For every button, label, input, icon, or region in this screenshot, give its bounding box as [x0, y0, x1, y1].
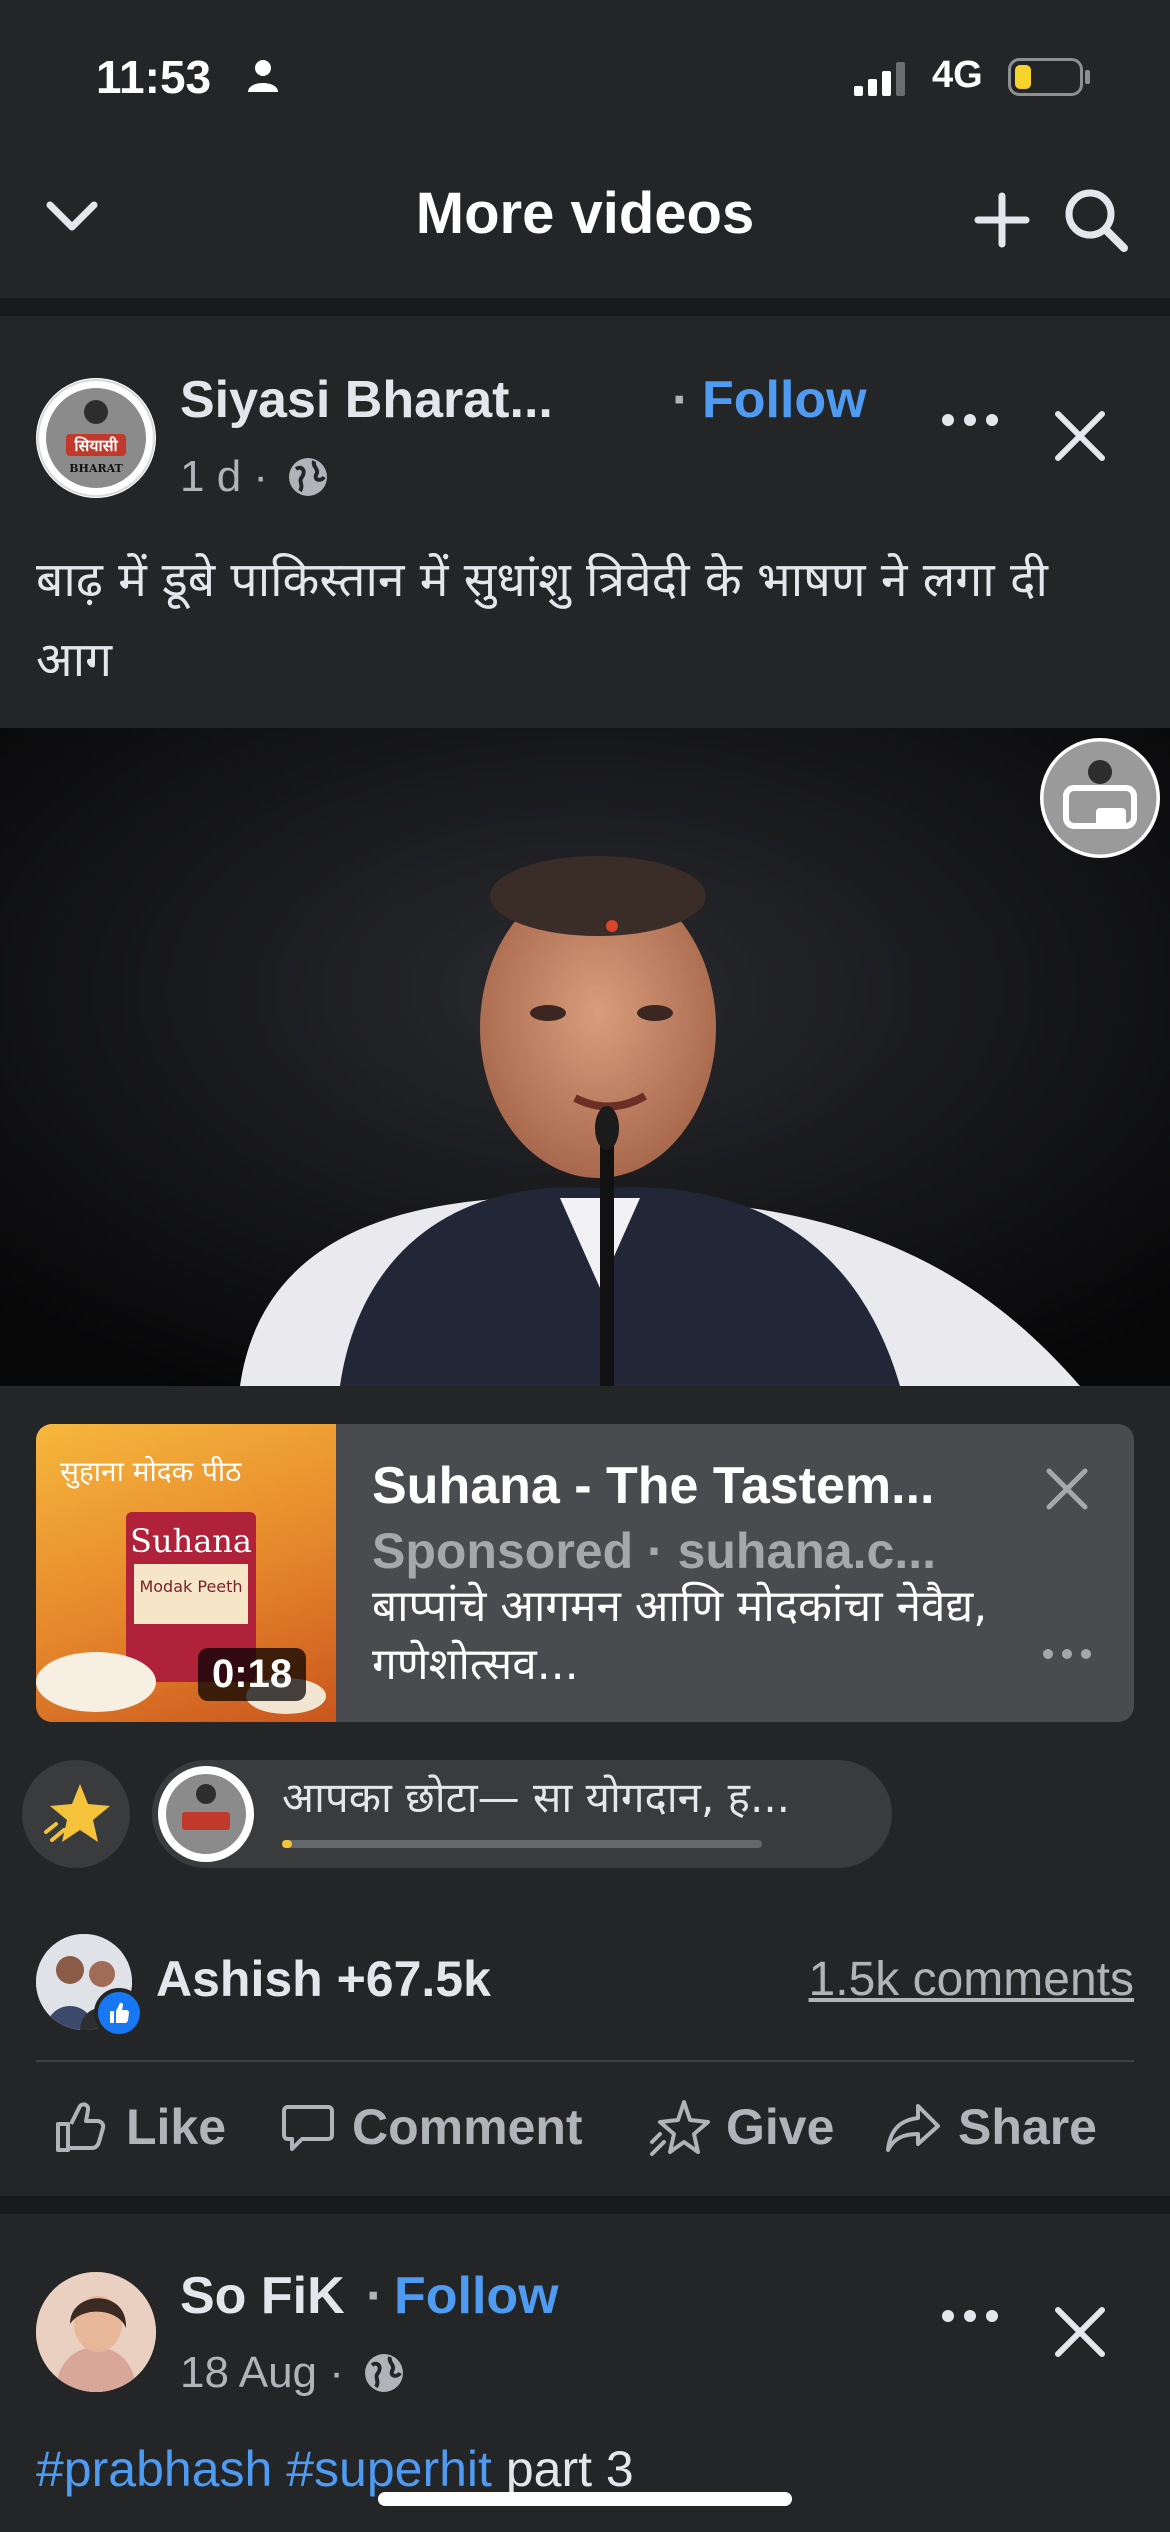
- ad-product-label: Modak Peeth: [139, 1577, 242, 1596]
- more-options-icon[interactable]: [940, 410, 1000, 430]
- give-label: Give: [726, 2099, 835, 2155]
- person-icon: [248, 60, 278, 92]
- home-indicator: [378, 2492, 792, 2506]
- search-icon[interactable]: [1062, 186, 1132, 256]
- hashtag-link[interactable]: #prabhash: [36, 2441, 272, 2497]
- give-button[interactable]: Give: [648, 2092, 834, 2162]
- caption-text: part 3: [505, 2441, 634, 2497]
- signal-strength-icon: [854, 62, 905, 96]
- post-timestamp: 18 Aug ·: [180, 2348, 406, 2398]
- fundraiser-text: आपका छोटा— सा योगदान, ह...: [282, 1773, 791, 1822]
- share-icon: [886, 2104, 940, 2152]
- ad-brand-label: Suhana: [130, 1522, 252, 1560]
- ad-description: बाप्पांचे आगमन आणि मोदकांचा नेवैद्य, गणे…: [372, 1581, 988, 1690]
- like-button[interactable]: Like: [52, 2092, 226, 2162]
- close-icon[interactable]: [1052, 408, 1108, 464]
- close-icon[interactable]: [1052, 2304, 1108, 2360]
- hashtag-link[interactable]: #superhit: [286, 2441, 492, 2497]
- comment-label: Comment: [352, 2099, 583, 2155]
- globe-icon: [289, 458, 328, 496]
- ad-sponsored-label: Sponsored · suhana.c...: [372, 1523, 936, 1579]
- video-duration-badge: 0:18: [198, 1648, 307, 1701]
- share-label: Share: [958, 2099, 1097, 2155]
- video-player[interactable]: [0, 728, 1170, 1386]
- divider: [36, 2060, 1134, 2062]
- status-time: 11:53: [96, 51, 212, 103]
- network-type-label: 4G: [932, 54, 983, 96]
- video-frame: [0, 728, 1170, 1386]
- section-divider: [0, 2196, 1170, 2214]
- star-icon: [44, 1784, 110, 1842]
- reaction-summary[interactable]: Ashish +67.5k: [156, 1950, 491, 2008]
- thumbs-up-icon: [56, 2102, 106, 2152]
- follow-button[interactable]: Follow: [702, 370, 867, 430]
- globe-icon: [365, 2354, 404, 2392]
- like-reaction-icon: [94, 1988, 144, 2038]
- post-time-text: 18 Aug ·: [180, 2348, 344, 2397]
- more-options-icon[interactable]: [1042, 1646, 1092, 1662]
- user-avatar[interactable]: [36, 2272, 156, 2392]
- comment-icon: [282, 2105, 334, 2151]
- post-timestamp: 1 d ·: [180, 452, 330, 502]
- fundraiser-progress-track: [282, 1840, 762, 1848]
- post-time-text: 1 d ·: [180, 452, 269, 501]
- avatar-logo-text: सियासी: [73, 436, 118, 455]
- follow-button[interactable]: Follow: [394, 2266, 559, 2326]
- close-icon[interactable]: [1044, 1466, 1090, 1512]
- fundraiser-progress-fill: [282, 1840, 292, 1848]
- share-button[interactable]: Share: [884, 2092, 1097, 2162]
- add-icon[interactable]: [972, 190, 1032, 250]
- follow-separator: ·: [366, 2267, 384, 2325]
- send-stars-button[interactable]: [22, 1760, 130, 1868]
- more-options-icon[interactable]: [940, 2306, 1000, 2326]
- comment-button[interactable]: Comment: [280, 2092, 583, 2162]
- like-label: Like: [126, 2099, 227, 2155]
- page-avatar[interactable]: सियासी BHARAT: [36, 378, 156, 498]
- post-caption: बाढ़ में डूबे पाकिस्तान में सुधांशु त्रि…: [36, 552, 1048, 688]
- post-caption: #prabhash #superhit part 3: [36, 2440, 634, 2498]
- comments-count-link[interactable]: 1.5k comments: [809, 1952, 1134, 2007]
- fundraiser-avatar: [158, 1766, 254, 1862]
- ad-thumbnail-caption: सुहाना मोदक पीठ: [60, 1455, 242, 1488]
- section-divider: [0, 298, 1170, 316]
- channel-watermark: [1040, 738, 1160, 858]
- avatar-logo-subtext: BHARAT: [69, 462, 123, 475]
- post-author-name[interactable]: So FiK: [180, 2266, 345, 2326]
- star-outline-icon: [650, 2100, 710, 2156]
- follow-separator: ·: [672, 371, 690, 429]
- battery-icon: [1008, 58, 1090, 96]
- ad-title[interactable]: Suhana - The Tastem...: [372, 1456, 934, 1516]
- post-author-name[interactable]: Siyasi Bharat...: [180, 370, 553, 430]
